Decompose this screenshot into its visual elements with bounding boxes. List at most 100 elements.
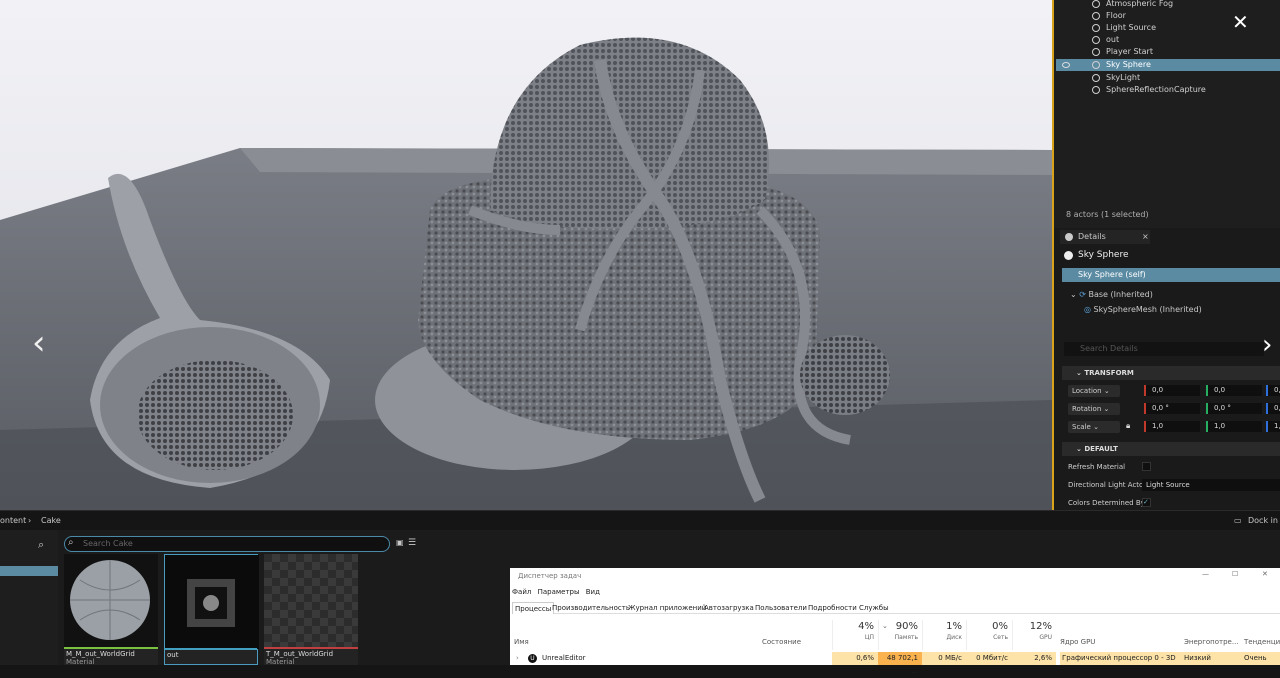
tab-close-icon[interactable]: × — [1142, 230, 1149, 244]
next-arrow-icon[interactable]: › — [1262, 330, 1272, 360]
details-search-input[interactable]: Search Details — [1064, 342, 1264, 356]
section-transform[interactable]: ⌄ TRANSFORM — [1062, 366, 1280, 380]
actor-count: 8 actors (1 selected) — [1066, 210, 1149, 219]
content-browser-header: ontent › Cake ▭ Dock in L — [0, 510, 1280, 545]
column-network[interactable]: 0% Сеть — [966, 620, 1012, 650]
rotation-x[interactable]: 0,0 ° — [1144, 403, 1200, 414]
fog-icon — [1092, 0, 1100, 8]
tab-services[interactable]: Службы — [857, 602, 891, 614]
rotation-z[interactable]: 0,0 — [1266, 403, 1280, 414]
static-mesh-icon: ◎ — [1084, 305, 1091, 314]
outliner-item-sphere-reflection-capture[interactable]: SphereReflectionCapture — [1056, 84, 1280, 96]
eye-icon[interactable] — [1062, 62, 1070, 68]
level-viewport[interactable]: ‹ — [0, 0, 1052, 510]
tab-details[interactable]: Подробности — [806, 602, 859, 614]
asset-type-bar — [64, 647, 158, 649]
mesh-icon — [1092, 12, 1100, 20]
network-value: 0 Мбит/с — [966, 652, 1012, 665]
process-row-unreal-editor[interactable]: › U UnrealEditor 0,6% 48 702,1 ... 0 МБ/… — [510, 652, 1280, 675]
path-leaf[interactable]: Cake — [41, 511, 61, 531]
asset-type-bar — [165, 648, 257, 650]
material-thumbnail — [64, 554, 158, 648]
scale-dropdown[interactable]: Scale ⌄ — [1068, 421, 1120, 433]
menu-file[interactable]: Файл — [512, 588, 531, 596]
filter-icon[interactable]: ☰ — [408, 538, 416, 548]
outliner-item-out[interactable]: out — [1056, 34, 1280, 46]
gpu-engine-value: Графический процессор 0 - 3D — [1060, 652, 1182, 665]
save-search-icon[interactable]: ▣ — [396, 538, 404, 547]
rotation-dropdown[interactable]: Rotation ⌄ — [1068, 403, 1120, 415]
asset-type-bar — [264, 647, 358, 649]
search-icon[interactable]: ⌕ — [38, 538, 44, 552]
section-default[interactable]: ⌄ DEFAULT — [1062, 442, 1280, 456]
outliner-item-skylight[interactable]: SkyLight — [1056, 72, 1280, 84]
column-gpu[interactable]: 12% GPU — [1012, 620, 1056, 650]
asset-tile-texture[interactable]: T_M_out_WorldGrid Material — [264, 554, 358, 666]
column-status[interactable]: Состояние — [762, 638, 801, 646]
tab-app-history[interactable]: Журнал приложений — [626, 602, 708, 614]
location-y[interactable]: 0,0 — [1206, 385, 1262, 396]
colors-determined-checkbox[interactable]: ✓ — [1142, 498, 1151, 507]
component-base[interactable]: ⌄ ⟳ Base (Inherited) — [1070, 290, 1153, 299]
maximize-icon[interactable]: ☐ — [1232, 570, 1238, 578]
directional-light-dropdown[interactable]: Light Source — [1142, 479, 1280, 491]
trend-value: Очень — [1242, 652, 1280, 665]
outliner-item-player-start[interactable]: Player Start — [1056, 46, 1280, 58]
refresh-material-checkbox[interactable] — [1142, 462, 1151, 471]
column-trend[interactable]: Тенденци — [1244, 638, 1280, 646]
process-name: UnrealEditor — [542, 654, 586, 662]
scale-z[interactable]: 1,0 — [1266, 421, 1280, 432]
tab-details[interactable]: Details × — [1060, 230, 1150, 244]
unreal-logo-icon: U — [528, 654, 537, 663]
expand-chevron-icon[interactable]: › — [516, 652, 519, 665]
folder-tree: ⌕ — [0, 530, 58, 665]
tab-users[interactable]: Пользователи — [753, 602, 809, 614]
memory-value: 48 702,1 ... — [878, 652, 922, 675]
location-dropdown[interactable]: Location ⌄ — [1068, 385, 1120, 397]
skylight-icon — [1092, 74, 1100, 82]
tab-processes[interactable]: Процессы — [512, 602, 555, 614]
tab-startup[interactable]: Автозагрузка — [702, 602, 756, 614]
menu-options[interactable]: Параметры — [538, 588, 580, 596]
scale-x[interactable]: 1,0 — [1144, 421, 1200, 432]
task-manager-title: Диспетчер задач — [518, 572, 582, 580]
outliner-item-sky-sphere[interactable]: Sky Sphere — [1056, 59, 1280, 71]
sphere-icon — [1092, 61, 1100, 69]
tab-performance[interactable]: Производительность — [550, 602, 632, 614]
path-root[interactable]: ontent — [0, 511, 26, 531]
asset-search-input[interactable]: Search Cake — [64, 536, 390, 552]
folder-tree-selected[interactable] — [0, 566, 58, 576]
close-window-icon[interactable]: ✕ — [1262, 570, 1268, 578]
column-power[interactable]: Энергопотре... — [1184, 638, 1239, 646]
asset-tile-mesh[interactable]: out — [164, 554, 259, 665]
scale-y[interactable]: 1,0 — [1206, 421, 1262, 432]
details-tab-icon — [1065, 233, 1073, 241]
scene-render — [0, 0, 1052, 510]
details-object-name: Sky Sphere — [1078, 250, 1129, 260]
dock-icon[interactable]: ▭ — [1234, 511, 1242, 531]
outliner-item-atmospheric-fog[interactable]: Atmospheric Fog — [1056, 0, 1280, 10]
sort-chevron-icon: ⌄ — [882, 622, 888, 630]
column-disk[interactable]: 1% Диск — [922, 620, 966, 650]
menu-view[interactable]: Вид — [586, 588, 600, 596]
column-cpu[interactable]: 4% ЦП — [832, 620, 878, 650]
component-sky-sphere-mesh[interactable]: ◎ SkySphereMesh (Inherited) — [1084, 305, 1202, 314]
disk-value: 0 МБ/с — [922, 652, 966, 665]
column-name[interactable]: Имя — [514, 638, 529, 646]
component-base-icon: ⟳ — [1079, 290, 1086, 299]
player-start-icon — [1092, 48, 1100, 56]
location-z[interactable]: 0,0 — [1266, 385, 1280, 396]
world-outliner: Atmospheric Fog Floor Light Source out P… — [1052, 0, 1280, 228]
column-gpu-engine[interactable]: Ядро GPU — [1060, 638, 1095, 646]
sky-sphere-icon — [1064, 251, 1073, 260]
minimize-icon[interactable]: — — [1202, 570, 1209, 578]
rotation-y[interactable]: 0,0 ° — [1206, 403, 1262, 414]
lock-icon[interactable]: 🔒︎ — [1126, 421, 1130, 431]
details-panel: Details × Sky Sphere Sky Sphere (self) ⌄… — [1052, 228, 1280, 510]
close-icon[interactable]: ✕ — [1232, 10, 1249, 34]
asset-tile-material[interactable]: M_M_out_WorldGrid Material — [64, 554, 158, 666]
location-x[interactable]: 0,0 — [1144, 385, 1200, 396]
previous-arrow-icon[interactable]: ‹ — [32, 326, 46, 360]
component-self[interactable]: Sky Sphere (self) — [1062, 268, 1280, 282]
texture-thumbnail — [264, 554, 358, 648]
